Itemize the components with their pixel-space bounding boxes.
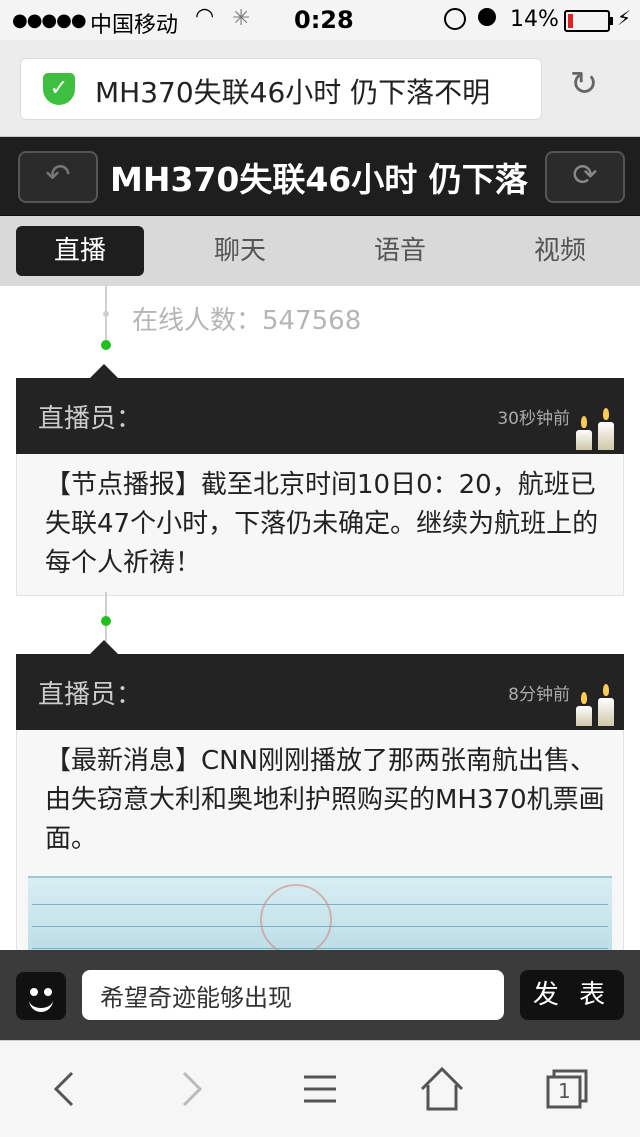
refresh-button[interactable]: ⟳ [545, 151, 625, 203]
post-card: 直播员： 30秒钟前 【节点播报】截至北京时间10日0：20，航班已失联47个小… [16, 364, 624, 596]
forward-arrow-icon[interactable] [162, 1063, 222, 1115]
browser-toolbar: 1 [0, 1040, 640, 1137]
post-header: 直播员： 30秒钟前 [16, 364, 624, 454]
post-author-role: 直播员： [38, 680, 143, 710]
online-count: 在线人数：547568 [132, 306, 362, 336]
clock-time: 0:28 [294, 6, 354, 34]
tab-chat[interactable]: 聊天 [176, 226, 304, 276]
tab-bar: 直播 聊天 语音 视频 [0, 216, 640, 286]
timeline-dot [101, 340, 111, 350]
alarm-icon [478, 8, 496, 26]
post-text-content: 【最新消息】CNN刚刚播放了那两张南航出售、由失窃意大利和奥地利护照购买的MH3… [45, 746, 605, 854]
battery-level [568, 14, 573, 28]
post-time: 8分钟前 [508, 685, 570, 705]
signal-strength-icon: ●●●●● [12, 10, 87, 31]
rotation-lock-icon [444, 8, 466, 30]
candles-icon [572, 408, 620, 450]
stamp-seal [260, 884, 332, 950]
wifi-icon: ◠ [195, 4, 215, 29]
comment-input[interactable] [82, 970, 504, 1020]
page-header: ↶ MH370失联46小时 仍下落 ⟳ [0, 137, 640, 217]
post-author-role: 直播员： [38, 404, 143, 434]
carrier-name: 中国移动 [90, 13, 179, 38]
undo-arrow-icon: ↶ [45, 158, 71, 193]
address-page-title: MH370失联46小时 仍下落不明 [95, 76, 491, 109]
status-bar: ●●●●● 中国移动 ◠ ✳ 0:28 14% ⚡ [0, 0, 640, 40]
battery-percent: 14% [510, 7, 559, 32]
tab-voice[interactable]: 语音 [336, 226, 464, 276]
comment-bar: 发 表 [0, 950, 640, 1040]
loading-spinner-icon: ✳ [232, 6, 251, 31]
emoji-button[interactable] [16, 972, 66, 1020]
address-field[interactable]: ✓ MH370失联46小时 仍下落不明 [20, 58, 542, 120]
post-time: 30秒钟前 [497, 409, 570, 429]
timeline-dot [101, 616, 111, 626]
candles-icon [572, 684, 620, 726]
tabs-button[interactable]: 1 [538, 1063, 598, 1115]
post-text: 【节点播报】截至北京时间10日0：20，航班已失联47个小时，下落仍未确定。继续… [16, 454, 624, 596]
back-button[interactable]: ↶ [18, 151, 98, 203]
ticket-image[interactable] [28, 876, 612, 950]
security-shield-icon: ✓ [43, 73, 75, 105]
tabs-count: 1 [558, 1079, 571, 1103]
smiley-icon [29, 1000, 53, 1012]
charging-icon: ⚡ [617, 6, 632, 30]
tab-video[interactable]: 视频 [496, 226, 624, 276]
reload-icon[interactable]: ↻ [566, 66, 602, 102]
post-header: 直播员： 8分钟前 [16, 640, 624, 730]
refresh-icon: ⟳ [572, 158, 598, 193]
browser-address-bar: ✓ MH370失联46小时 仍下落不明 ↻ [0, 40, 640, 137]
tab-live[interactable]: 直播 [16, 226, 144, 276]
back-arrow-icon[interactable] [34, 1063, 94, 1115]
battery-icon [564, 10, 613, 32]
menu-icon[interactable] [290, 1063, 350, 1115]
send-button[interactable]: 发 表 [520, 970, 624, 1020]
home-icon[interactable] [412, 1063, 472, 1115]
page-title: MH370失联46小时 仍下落 [110, 160, 528, 199]
live-feed[interactable]: 在线人数：547568 直播员： 30秒钟前 【节点播报】截至北京时间10日0：… [0, 286, 640, 950]
